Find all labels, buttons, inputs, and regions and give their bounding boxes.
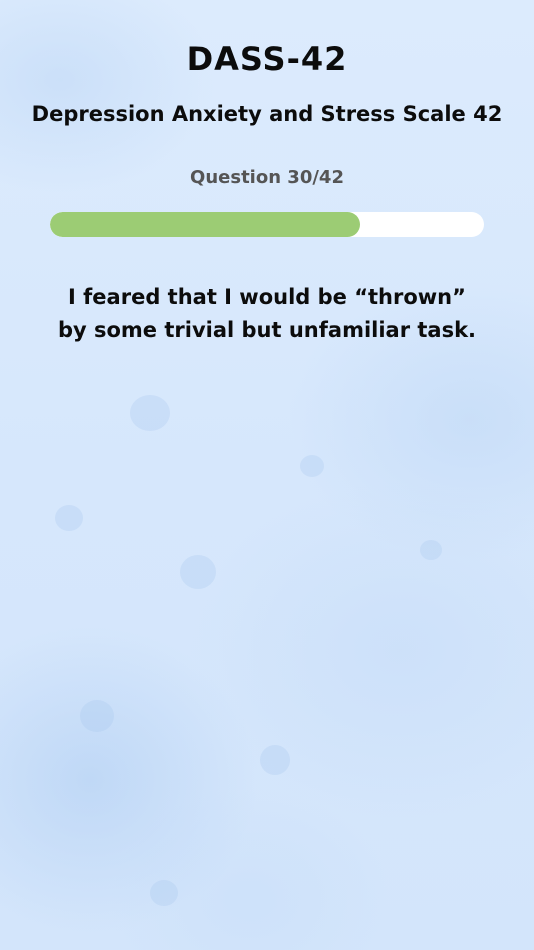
question-counter: Question 30/42 bbox=[190, 167, 344, 188]
question-line-1: I feared that I would be “thrown” bbox=[68, 285, 466, 309]
app-title: DASS-42 bbox=[186, 40, 348, 78]
background-splotch bbox=[260, 745, 290, 775]
background-splotch bbox=[80, 700, 114, 732]
progress-bar-fill bbox=[50, 212, 360, 237]
question-line-2: by some trivial but unfamiliar task. bbox=[57, 318, 477, 342]
background-splotch bbox=[130, 395, 170, 431]
app-subtitle: Depression Anxiety and Stress Scale 42 bbox=[31, 102, 503, 126]
progress-bar bbox=[50, 212, 484, 237]
background-splotch bbox=[420, 540, 442, 560]
background-splotch bbox=[55, 505, 83, 531]
background-splotch bbox=[150, 880, 178, 906]
question-text: I feared that I would be “thrown” by som… bbox=[30, 281, 504, 347]
background-splotch bbox=[180, 555, 216, 589]
background-splotch bbox=[300, 455, 324, 477]
